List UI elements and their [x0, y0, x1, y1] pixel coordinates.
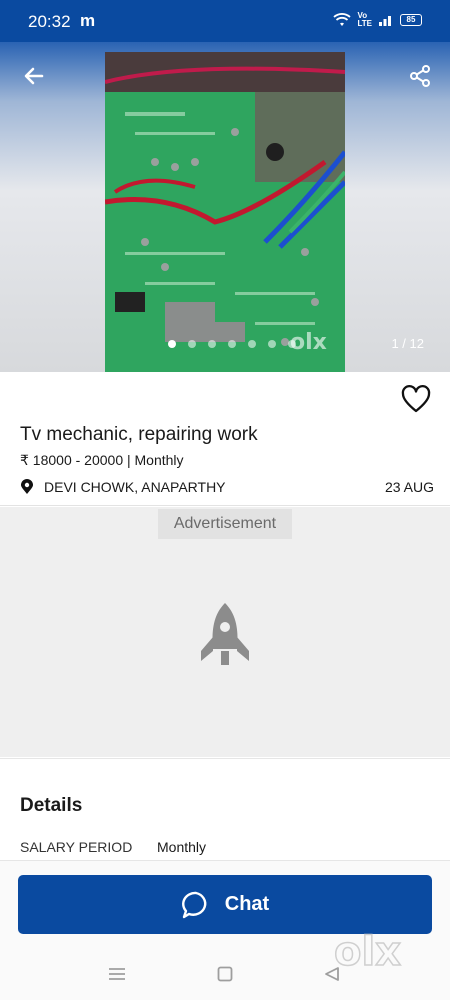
details-section: Details SALARY PERIOD Monthly: [0, 758, 450, 868]
back-arrow-icon: [24, 67, 44, 85]
signal-icon: [379, 16, 391, 26]
battery-icon: 85: [400, 14, 422, 26]
system-nav-bar: [0, 956, 450, 1000]
menu-nav-button[interactable]: [102, 962, 132, 986]
home-nav-button[interactable]: [210, 962, 240, 986]
listing-location: DEVI CHOWK, ANAPARTHY: [44, 479, 226, 495]
chat-label: Chat: [224, 893, 270, 915]
volte-icon: Vo LTE: [357, 11, 372, 28]
home-square-icon: [217, 966, 233, 982]
listing-date: 23 AUG: [384, 479, 434, 495]
back-button[interactable]: [16, 58, 52, 94]
listing-info: Tv mechanic, repairing work ₹ 18000 - 20…: [0, 372, 450, 506]
favorite-button[interactable]: [400, 384, 432, 416]
status-icons: Vo LTE 85: [333, 12, 422, 28]
image-counter: 1 / 12: [391, 336, 424, 351]
share-icon: [410, 65, 430, 87]
menu-icon: [109, 968, 125, 980]
gallery-dot: [208, 340, 216, 348]
location-row: DEVI CHOWK, ANAPARTHY: [20, 479, 226, 495]
rocket-icon: [201, 603, 249, 665]
listing-photo[interactable]: [105, 52, 345, 372]
bottom-action-bar: Chat olx: [0, 860, 450, 1000]
chat-button[interactable]: Chat: [18, 875, 432, 934]
location-pin-icon: [21, 479, 33, 494]
details-heading: Details: [20, 795, 83, 816]
advertisement-label: Advertisement: [158, 509, 292, 539]
circuit-board-image: [105, 52, 345, 372]
wifi-icon: [333, 13, 352, 26]
detail-value-salary-period: Monthly: [157, 839, 207, 855]
gallery-dot: [248, 340, 256, 348]
image-gallery[interactable]: olx 1 / 12: [0, 42, 450, 372]
advertisement-area[interactable]: Advertisement: [0, 507, 450, 757]
listing-price: ₹ 18000 - 20000 | Monthly: [20, 452, 184, 468]
status-time: 20:32: [28, 12, 71, 31]
gallery-dot-active: [168, 340, 176, 348]
listing-title: Tv mechanic, repairing work: [20, 424, 258, 445]
gallery-dot: [188, 340, 196, 348]
heart-icon: [401, 385, 431, 413]
gallery-dot: [268, 340, 276, 348]
gallery-dots: [168, 340, 296, 348]
status-bar: 20:32 m Vo LTE 85: [0, 0, 450, 42]
app-indicator: m: [80, 11, 96, 30]
back-nav-button[interactable]: [317, 962, 347, 986]
share-button[interactable]: [402, 58, 438, 94]
back-triangle-icon: [325, 967, 339, 981]
detail-key-salary-period: SALARY PERIOD: [20, 839, 133, 855]
olx-watermark: olx: [290, 330, 327, 355]
chat-bubble-icon: [181, 891, 207, 918]
gallery-dot: [228, 340, 236, 348]
